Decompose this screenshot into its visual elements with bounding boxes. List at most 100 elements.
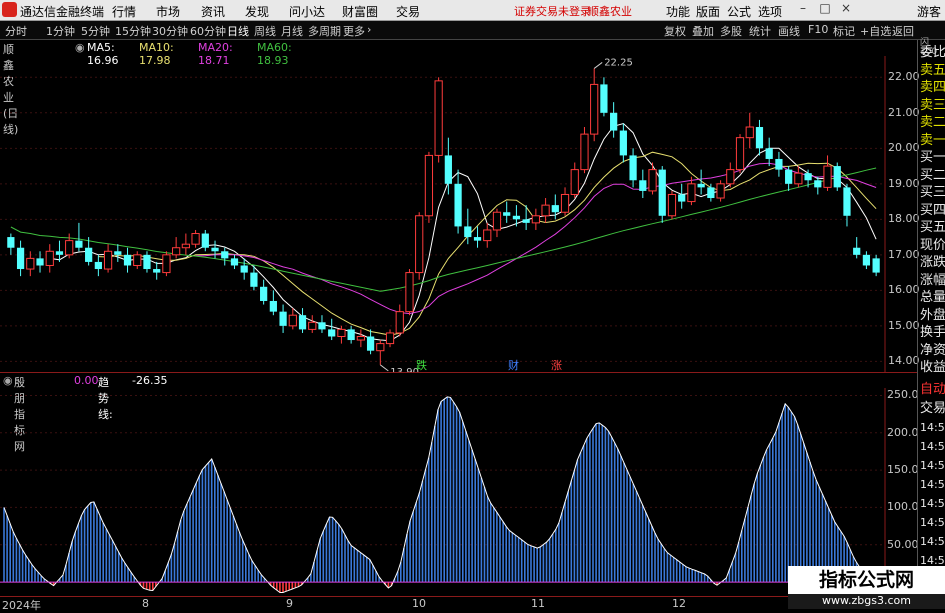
side-label-1: 卖五 <box>920 62 945 78</box>
side-label-5: 卖一 <box>920 132 945 148</box>
maximize-icon[interactable]: □ <box>816 1 834 18</box>
side-bottom-1[interactable]: 交易 <box>920 402 945 416</box>
tab-monthly[interactable]: 月线 <box>281 23 303 39</box>
close-icon[interactable]: × <box>837 1 855 18</box>
tab-1min[interactable]: 1分钟 <box>46 23 75 39</box>
side-label-15: 外盘 <box>920 307 945 323</box>
candle <box>522 205 530 230</box>
candle <box>269 290 277 316</box>
price-tick: 14.00 <box>888 354 920 368</box>
tab-more[interactable]: 更多 <box>343 23 365 39</box>
tab-daily[interactable]: 日线 <box>227 23 249 39</box>
candle <box>678 183 686 209</box>
f10-button[interactable]: F10 <box>808 23 828 36</box>
candle <box>570 162 579 199</box>
indicator-chart[interactable] <box>0 388 917 597</box>
menu-item-market[interactable]: 市场 <box>156 3 180 20</box>
candle <box>221 247 229 266</box>
stock-name-notice[interactable]: 顺鑫农业 <box>588 3 632 19</box>
ma20-line <box>195 162 877 315</box>
candle <box>26 251 35 277</box>
side-bottom-6: 14:56 <box>920 497 945 510</box>
candle <box>191 229 200 248</box>
menu-item-wealth[interactable]: 财富圈 <box>342 3 378 20</box>
menu-item-market-quotes[interactable]: 行情 <box>112 3 136 20</box>
login-notice[interactable]: 证券交易未登录 <box>514 3 591 19</box>
tab-weekly[interactable]: 周线 <box>254 23 276 39</box>
indicator-toggle-icon[interactable]: ◉ <box>3 374 13 387</box>
candle <box>512 205 521 227</box>
chevron-right-icon[interactable]: › <box>367 23 371 36</box>
tab-60min[interactable]: 60分钟 <box>190 23 226 39</box>
restore-rights-button[interactable]: 复权 <box>664 23 686 39</box>
overlay-button[interactable]: 叠加 <box>692 23 714 39</box>
candle <box>328 318 336 341</box>
multi-stock-button[interactable]: 多股 <box>720 23 742 39</box>
candle <box>45 244 54 273</box>
statistics-button[interactable]: 统计 <box>749 23 771 39</box>
candle <box>356 329 365 348</box>
price-tick: 19.00 <box>888 176 920 190</box>
candle <box>454 169 462 234</box>
minimize-icon[interactable]: – <box>794 1 812 18</box>
tab-intraday[interactable]: 分时 <box>5 23 27 39</box>
candlestick-chart[interactable]: 22.2513.90跌财涨 <box>0 56 917 372</box>
candle <box>853 237 861 259</box>
side-label-2: 卖四 <box>920 80 945 95</box>
candle <box>794 166 803 188</box>
candle <box>405 269 414 316</box>
side-bottom-5: 14:56 <box>920 478 945 491</box>
candle <box>823 155 832 191</box>
x-label-year: 2024年 <box>2 599 41 612</box>
legend-toggle-icon[interactable]: ◉ <box>75 41 85 54</box>
menu-item-trade[interactable]: 交易 <box>396 3 420 20</box>
side-bottom-7: 14:56 <box>920 516 945 529</box>
x-label-nov: 11 <box>531 597 545 610</box>
candle <box>814 176 822 195</box>
side-bottom-0[interactable]: 自动 <box>920 383 945 397</box>
candle <box>36 251 44 273</box>
side-bottom-8: 14:56 <box>920 535 945 548</box>
guest-label[interactable]: 游客 <box>917 3 941 20</box>
side-bottom-4: 14:56 <box>920 459 945 472</box>
menu-item-layout[interactable]: 版面 <box>696 3 720 20</box>
candle <box>483 222 492 248</box>
candle <box>843 183 851 227</box>
ind-tick: 250.0 <box>887 388 919 402</box>
menu-item-formula[interactable]: 公式 <box>727 3 751 20</box>
add-favorite-button[interactable]: +自选 <box>860 23 891 39</box>
menu-item-discover[interactable]: 发现 <box>245 3 269 20</box>
candle <box>279 304 287 333</box>
side-label-3: 卖三 <box>920 97 945 113</box>
candle <box>114 244 122 262</box>
candle <box>862 251 871 270</box>
tab-5min[interactable]: 5分钟 <box>81 23 110 39</box>
menu-item-news[interactable]: 资讯 <box>201 3 225 20</box>
candle <box>745 112 754 149</box>
candle <box>395 304 404 337</box>
x-label-dec: 12 <box>672 597 686 610</box>
back-button[interactable]: 返回 <box>892 23 914 39</box>
mark-button[interactable]: 标记 <box>833 23 855 39</box>
candle <box>726 162 735 188</box>
candle <box>492 208 502 238</box>
price-tick: 20.00 <box>888 141 920 155</box>
candle <box>473 226 482 248</box>
candle <box>298 308 307 333</box>
candle <box>541 198 550 223</box>
candle <box>123 247 132 273</box>
tab-15min[interactable]: 15分钟 <box>115 23 151 39</box>
candle <box>434 77 443 163</box>
candle <box>590 68 599 142</box>
menu-item-functions[interactable]: 功能 <box>666 3 690 20</box>
menu-item-options[interactable]: 选项 <box>758 3 782 20</box>
menu-item-assistant[interactable]: 问小达 <box>289 3 325 20</box>
x-label-oct: 10 <box>412 597 426 610</box>
candle <box>103 244 113 273</box>
draw-line-button[interactable]: 画线 <box>778 23 800 39</box>
candle <box>755 119 764 156</box>
quote-side-panel: 闪 100 委比 卖五 卖四 卖三 卖二 卖一 买一 买二 买三 买四 买五 现价 涨跌 涨幅 总量 外盘 换手… <box>917 38 945 609</box>
tab-multi-period[interactable]: 多周期 <box>308 23 341 39</box>
high-annotation: 22.25 <box>604 57 633 68</box>
tab-30min[interactable]: 30分钟 <box>152 23 188 39</box>
